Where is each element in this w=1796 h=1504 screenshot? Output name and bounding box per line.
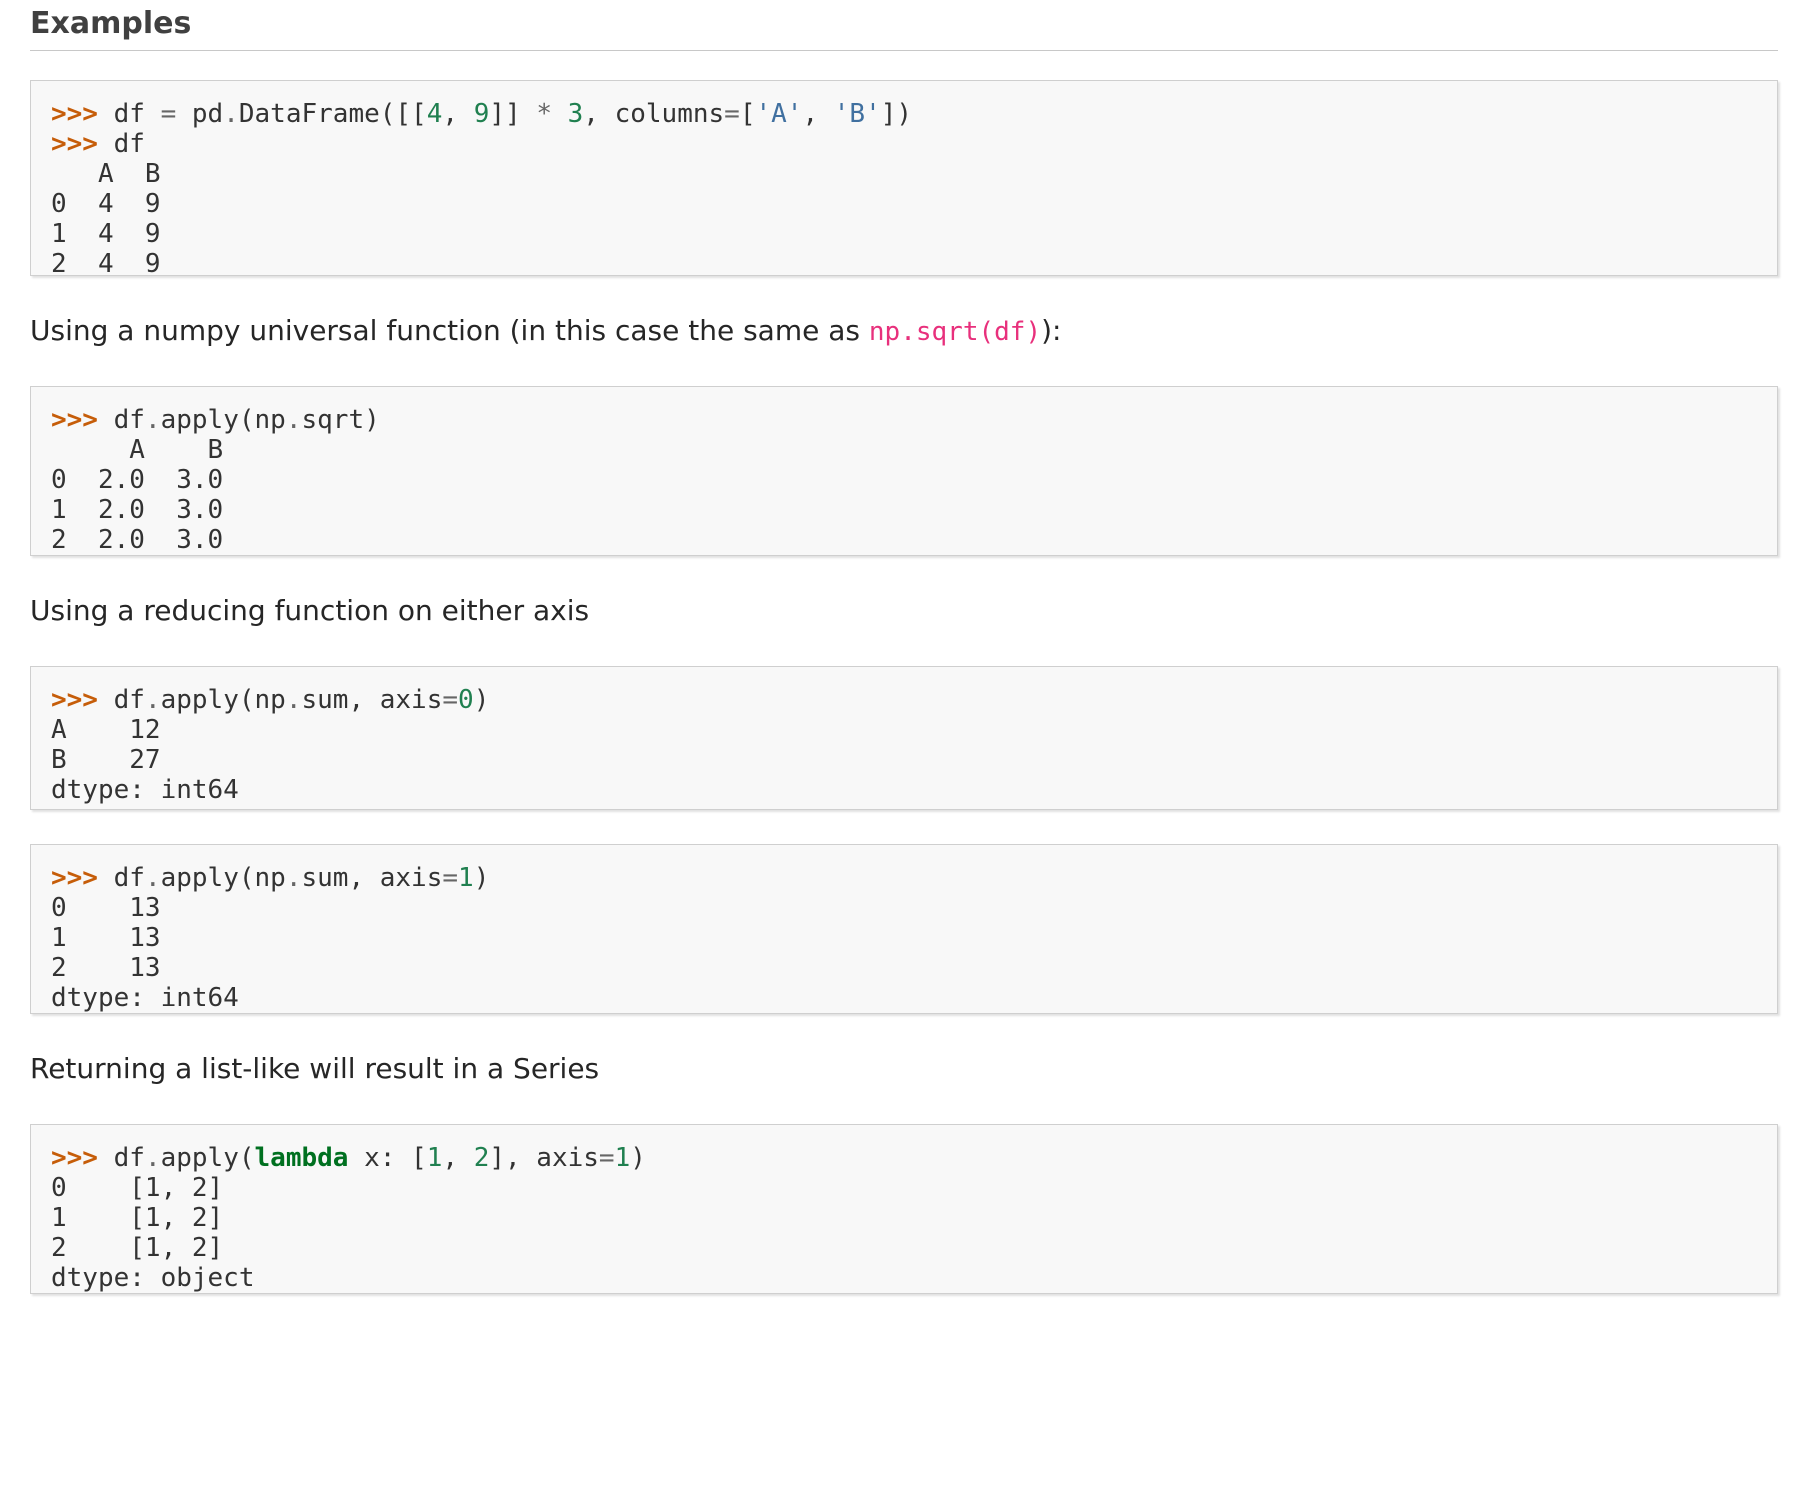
code-token: ]) xyxy=(880,99,913,129)
code-token: apply(np xyxy=(160,685,286,715)
code-token: = xyxy=(724,99,740,129)
prompt: >>> xyxy=(51,685,98,715)
code-token: . xyxy=(223,99,239,129)
code-token: 4 xyxy=(426,99,443,129)
code-token: 1 xyxy=(614,1143,631,1173)
code-token: 1 xyxy=(458,863,474,893)
code-output: 0 13 1 13 2 13 dtype: int64 xyxy=(51,893,239,1013)
code-output: A 12 B 27 dtype: int64 xyxy=(51,715,239,805)
code-token: 'A' xyxy=(755,99,803,129)
paragraph-ufunc: Using a numpy universal function (in thi… xyxy=(30,314,1778,347)
paragraph-text: ): xyxy=(1041,314,1062,347)
inline-code: np.sqrt(df) xyxy=(868,317,1042,347)
paragraph-list-like: Returning a list-like will result in a S… xyxy=(30,1052,600,1085)
code-token: sqrt) xyxy=(301,405,380,435)
code-token: df xyxy=(113,685,145,715)
code-text: >>> df = pd.DataFrame([[4, 9]] * 3, colu… xyxy=(51,99,1757,279)
code-token: * xyxy=(536,99,552,129)
code-keyword: lambda xyxy=(254,1143,349,1173)
code-text: >>> df.apply(np.sqrt) A B 0 2.0 3.0 1 2.… xyxy=(51,405,1757,555)
code-token: ]] xyxy=(489,99,537,129)
paragraph-text: Using a numpy universal function (in thi… xyxy=(30,314,869,347)
code-token: = xyxy=(442,685,459,715)
code-output: 0 [1, 2] 1 [1, 2] 2 [1, 2] dtype: object xyxy=(51,1173,255,1293)
code-token: . xyxy=(144,685,161,715)
code-token: = xyxy=(160,99,177,129)
prompt: >>> xyxy=(51,405,98,435)
code-token: pd xyxy=(176,99,224,129)
code-output: A B 0 4 9 1 4 9 2 4 9 xyxy=(51,159,161,279)
code-block-apply-lambda[interactable]: >>> df.apply(lambda x: [1, 2], axis=1) 0… xyxy=(30,1124,1778,1294)
code-token: df xyxy=(113,129,145,159)
code-token: apply(np xyxy=(160,405,286,435)
code-text: >>> df.apply(lambda x: [1, 2], axis=1) 0… xyxy=(51,1143,1757,1293)
code-token: . xyxy=(285,863,302,893)
code-token: ) xyxy=(473,685,490,715)
code-token: ) xyxy=(473,863,490,893)
code-token: = xyxy=(598,1143,615,1173)
code-token: . xyxy=(144,863,161,893)
code-token: ) xyxy=(630,1143,646,1173)
code-token: , xyxy=(442,1143,474,1173)
code-token: apply( xyxy=(160,1143,255,1173)
code-block-apply-sum-axis0[interactable]: >>> df.apply(np.sum, axis=0) A 12 B 27 d… xyxy=(30,666,1778,810)
code-token: , xyxy=(802,99,834,129)
code-token: sum, axis xyxy=(301,685,443,715)
prompt: >>> xyxy=(51,863,98,893)
prompt: >>> xyxy=(51,99,98,129)
code-token: apply(np xyxy=(160,863,286,893)
code-token: df xyxy=(113,405,145,435)
code-token: sum, axis xyxy=(301,863,443,893)
code-token: 9 xyxy=(473,99,490,129)
code-token: , columns xyxy=(583,99,725,129)
code-text: >>> df.apply(np.sum, axis=0) A 12 B 27 d… xyxy=(51,685,1757,805)
prompt: >>> xyxy=(51,129,98,159)
code-token: 1 xyxy=(426,1143,443,1173)
code-block-dataframe[interactable]: >>> df = pd.DataFrame([[4, 9]] * 3, colu… xyxy=(30,80,1778,279)
code-token: = xyxy=(442,863,459,893)
prompt: >>> xyxy=(51,1143,98,1173)
code-block-apply-sum-axis1[interactable]: >>> df.apply(np.sum, axis=1) 0 13 1 13 2… xyxy=(30,844,1778,1014)
code-token: . xyxy=(285,685,302,715)
code-token: df xyxy=(113,99,161,129)
code-output: A B 0 2.0 3.0 1 2.0 3.0 2 2.0 3.0 xyxy=(51,435,224,555)
code-text: >>> df.apply(np.sum, axis=1) 0 13 1 13 2… xyxy=(51,863,1757,1013)
code-token: df xyxy=(113,1143,145,1173)
code-token: 3 xyxy=(567,99,584,129)
code-token: ], axis xyxy=(489,1143,599,1173)
section-heading: Examples xyxy=(30,6,1778,51)
code-token: 0 xyxy=(458,685,474,715)
code-token: 2 xyxy=(473,1143,490,1173)
code-token: DataFrame([[ xyxy=(238,99,427,129)
code-token: 'B' xyxy=(833,99,881,129)
code-block-apply-sqrt[interactable]: >>> df.apply(np.sqrt) A B 0 2.0 3.0 1 2.… xyxy=(30,386,1778,556)
code-token: [ xyxy=(739,99,756,129)
code-token: , xyxy=(442,99,474,129)
code-token: . xyxy=(144,1143,161,1173)
code-token: df xyxy=(113,863,145,893)
paragraph-reducing: Using a reducing function on either axis xyxy=(30,594,590,627)
code-token: x: [ xyxy=(348,1143,427,1173)
code-token: . xyxy=(285,405,302,435)
code-token: . xyxy=(144,405,161,435)
